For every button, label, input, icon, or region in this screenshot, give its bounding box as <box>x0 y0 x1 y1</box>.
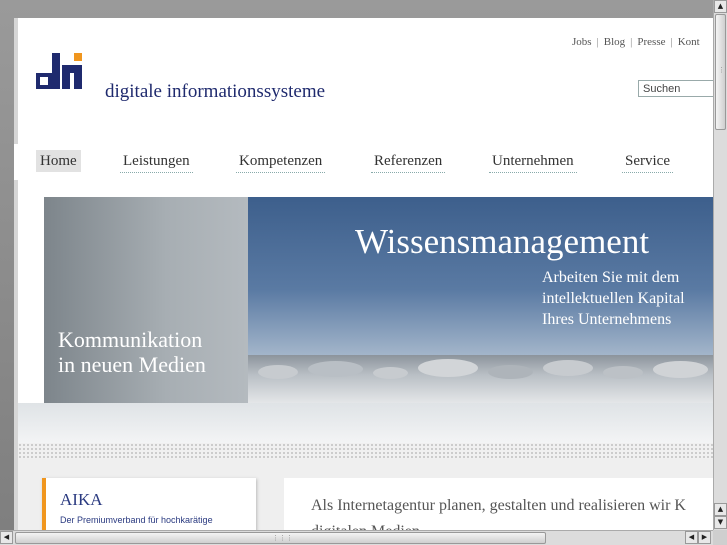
separator: | <box>596 36 599 48</box>
scroll-right-icon[interactable]: ▶ <box>698 531 711 544</box>
banner-subline-2: intellektuellen Kapital <box>542 290 685 307</box>
search-input[interactable]: Suchen <box>638 80 713 97</box>
grip-icon: ⋮⋮⋮ <box>272 534 293 542</box>
banner-reflection <box>18 403 713 443</box>
banner-left-line-2: in neuen Medien <box>58 352 206 377</box>
dis-logo[interactable] <box>36 53 84 101</box>
banner-stones <box>248 355 713 403</box>
brand-name: digitale informationssysteme <box>105 81 326 102</box>
dotted-divider <box>18 443 713 459</box>
banner-subline-1: Arbeiten Sie mit dem <box>542 269 680 286</box>
blog-link[interactable]: Blog <box>604 36 625 48</box>
vertical-scroll-thumb[interactable]: ⋮⋮ <box>715 14 727 130</box>
intro-line-1: Als Internetagentur planen, gestalten un… <box>311 497 686 514</box>
web-page: Jobs | Blog | Presse | Kont digitale informati… <box>14 18 713 530</box>
vertical-scrollbar[interactable]: ▲ ⋮⋮ ▲ ▼ <box>713 0 727 530</box>
scrollbar-corner <box>713 530 727 545</box>
aika-teaser[interactable]: AIKA Der Premiumverband für hochkarätige <box>42 478 256 530</box>
banner-subline: Arbeiten Sie mit dem intellektuellen Kap… <box>542 267 685 330</box>
scroll-down-icon[interactable]: ▼ <box>714 516 727 529</box>
main-nav: Home Leistungen Kompetenzen Referenzen U… <box>14 144 713 180</box>
nav-leistungen[interactable]: Leistungen <box>120 150 193 173</box>
scroll-up-icon[interactable]: ▲ <box>714 0 727 13</box>
separator: | <box>630 36 633 48</box>
banner-subline-3: Ihres Unternehmens <box>542 311 672 328</box>
separator: | <box>670 36 673 48</box>
nav-home[interactable]: Home <box>36 150 81 172</box>
intro-line-2: digitalen Medien <box>311 519 686 530</box>
hero-banner[interactable]: Wissensmanagement Arbeiten Sie mit dem i… <box>44 197 713 403</box>
scroll-up-icon[interactable]: ▲ <box>714 503 727 516</box>
nav-unternehmen[interactable]: Unternehmen <box>489 150 577 173</box>
banner-left-text: Kommunikation in neuen Medien <box>58 327 206 377</box>
grip-icon: ⋮⋮ <box>718 66 727 74</box>
aika-text: Der Premiumverband für hochkarätige <box>60 515 213 525</box>
scroll-left-icon[interactable]: ◀ <box>0 531 13 544</box>
nav-kompetenzen[interactable]: Kompetenzen <box>236 150 326 173</box>
scroll-left-icon[interactable]: ◀ <box>685 531 698 544</box>
horizontal-scroll-thumb[interactable]: ⋮⋮⋮ <box>15 532 546 544</box>
nav-service[interactable]: Service <box>622 150 673 173</box>
banner-headline: Wissensmanagement <box>355 222 650 261</box>
top-links: Jobs | Blog | Presse | Kont <box>572 36 700 48</box>
horizontal-scrollbar[interactable]: ◀ ⋮⋮⋮ ◀ ▶ <box>0 530 713 545</box>
banner-left-line-1: Kommunikation <box>58 327 203 352</box>
kontakt-link[interactable]: Kont <box>678 36 700 48</box>
aika-title: AIKA <box>60 490 103 509</box>
intro-text: Als Internetagentur planen, gestalten un… <box>311 493 686 530</box>
presse-link[interactable]: Presse <box>637 36 665 48</box>
jobs-link[interactable]: Jobs <box>572 36 592 48</box>
nav-referenzen[interactable]: Referenzen <box>371 150 446 173</box>
